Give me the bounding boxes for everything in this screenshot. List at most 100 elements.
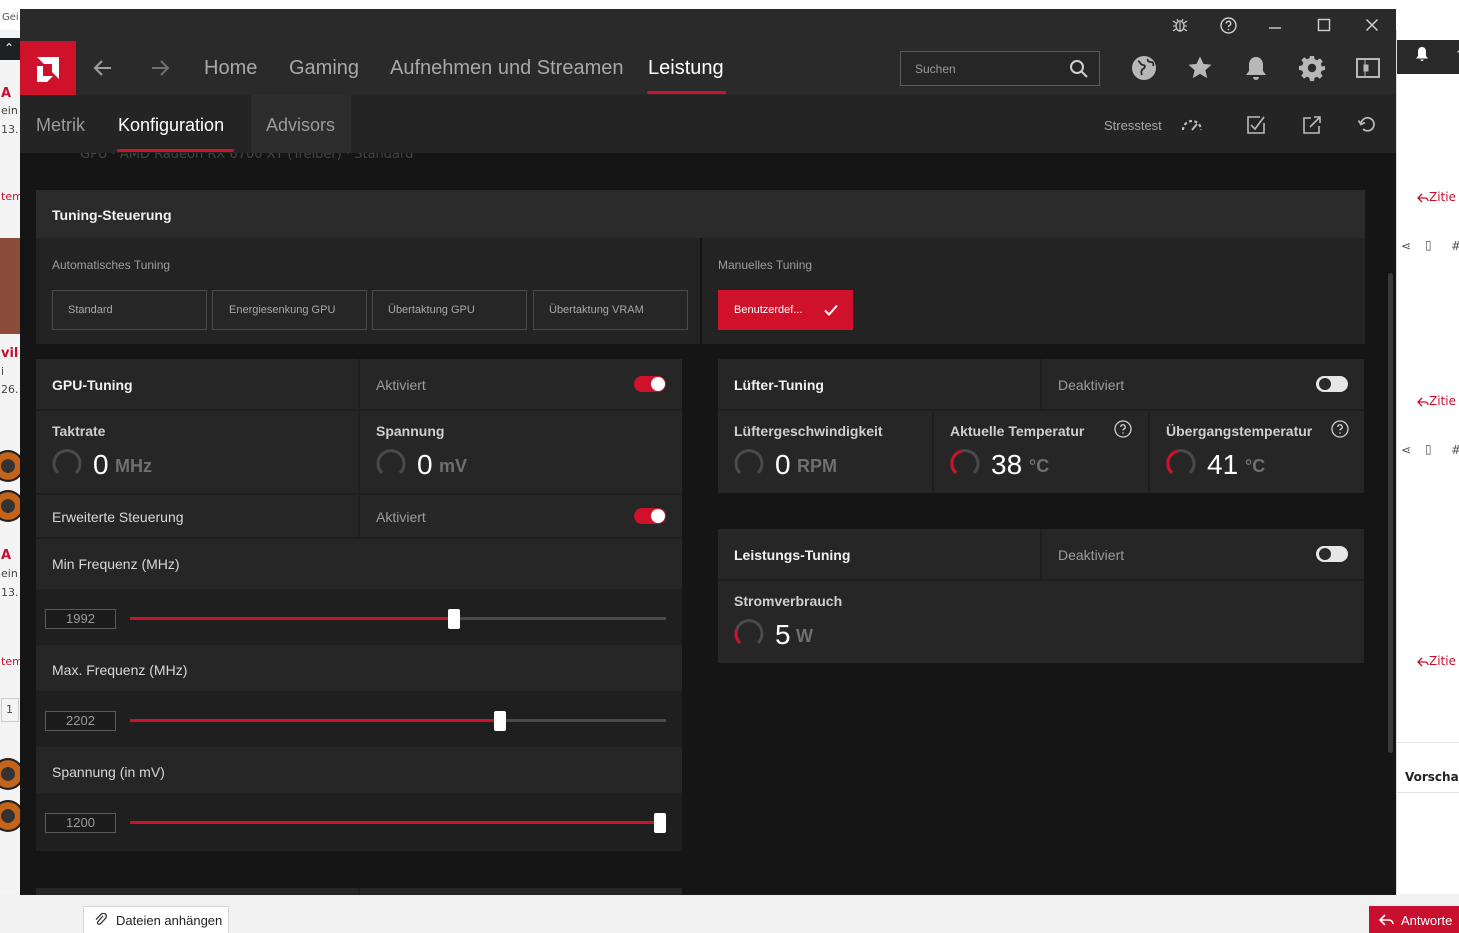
preview-tab[interactable]: Vorschau	[1405, 770, 1459, 784]
voltage-label: Spannung	[376, 423, 445, 439]
advanced-control-status: Aktiviert	[376, 509, 426, 525]
preset-standard-label: Standard	[68, 304, 113, 316]
gpu-tuning-title: GPU-Tuning	[52, 377, 133, 393]
checkmark-icon	[822, 301, 840, 319]
stress-test-label[interactable]: Stresstest	[1104, 118, 1162, 133]
custom-tuning-button[interactable]: Benutzerdef...	[718, 290, 853, 330]
settings-gear-icon[interactable]	[1298, 54, 1326, 82]
bg-fragment: ein	[1, 104, 18, 117]
bg-fragment: i	[1, 365, 5, 378]
quote-link-label: Zitie	[1429, 394, 1456, 408]
forward-arrow-icon[interactable]	[148, 56, 172, 80]
power-tuning-title: Leistungs-Tuning	[734, 547, 851, 563]
manual-tuning-label: Manuelles Tuning	[718, 258, 813, 272]
bg-fragment: A	[1, 86, 12, 101]
help-circle-icon[interactable]	[1114, 420, 1132, 438]
back-arrow-icon[interactable]	[91, 56, 115, 80]
maximize-icon[interactable]	[1313, 14, 1335, 36]
bg-avatar	[0, 800, 20, 832]
preset-overclock-gpu-label: Übertaktung GPU	[388, 304, 475, 316]
fan-tuning-toggle[interactable]	[1316, 376, 1348, 392]
tab-advisors[interactable]: Advisors	[266, 115, 335, 136]
caret-icon: ⌃	[1455, 48, 1459, 61]
bg-avatar	[0, 758, 20, 790]
amd-software-window: Home Gaming Aufnehmen und Streamen Leist…	[20, 9, 1396, 895]
bell-icon[interactable]	[1415, 46, 1429, 66]
amd-logo[interactable]	[20, 41, 76, 95]
fan-tuning-panel: Lüfter-Tuning Deaktiviert Lüftergeschwin…	[718, 359, 1364, 493]
minimize-icon[interactable]	[1264, 14, 1286, 36]
stress-test-gauge-icon[interactable]	[1180, 115, 1203, 137]
bug-icon[interactable]	[1169, 14, 1191, 36]
active-tab-indicator	[117, 149, 234, 152]
clock-value: 0	[93, 449, 109, 480]
voltage-value: 0	[417, 449, 433, 480]
max-frequency-input[interactable]: 2202	[45, 711, 116, 731]
power-consumption-value: 5	[775, 619, 791, 650]
close-icon[interactable]	[1361, 14, 1383, 36]
power-tuning-panel: Leistungs-Tuning Deaktiviert Stromverbra…	[718, 529, 1364, 663]
search-icon[interactable]	[1069, 59, 1089, 79]
search-input[interactable]	[901, 52, 1061, 85]
divider	[1397, 742, 1459, 743]
browser-top-text: Gei	[2, 12, 19, 23]
bg-fragment: vil	[1, 346, 19, 361]
power-consumption-label: Stromverbrauch	[734, 593, 843, 609]
star-icon[interactable]	[1186, 54, 1214, 82]
content-scrollbar[interactable]	[1388, 273, 1393, 753]
slider-fill	[130, 719, 500, 722]
quote-link-label: Zitie	[1429, 654, 1456, 668]
nav-record-stream[interactable]: Aufnehmen und Streamen	[390, 57, 624, 80]
divider	[700, 238, 702, 344]
browser-left-icon: ⌃	[4, 41, 15, 55]
save-profile-icon[interactable]	[1246, 115, 1268, 137]
preset-undervolt-button[interactable]: Energiesenkung GPU	[212, 290, 367, 330]
preset-overclock-gpu-button[interactable]: Übertaktung GPU	[372, 290, 527, 330]
nav-home[interactable]: Home	[204, 57, 257, 80]
bg-pager[interactable]: 1	[1, 698, 19, 722]
reply-button[interactable]: Antworte	[1369, 906, 1459, 933]
bookmark-icon[interactable]: ▯	[1425, 442, 1432, 456]
search-box[interactable]	[900, 51, 1100, 86]
junction-temp-label: Übergangstemperatur	[1166, 423, 1313, 439]
bookmark-icon[interactable]: ▯	[1425, 238, 1432, 252]
tab-configuration[interactable]: Konfiguration	[118, 115, 224, 136]
notification-bell-icon[interactable]	[1242, 54, 1270, 82]
nav-gaming[interactable]: Gaming	[289, 57, 359, 80]
preset-standard-button[interactable]: Standard	[52, 290, 207, 330]
gpu-tuning-panel: GPU-Tuning Aktiviert Taktrate 0 MHz Span…	[36, 359, 682, 851]
export-icon[interactable]	[1302, 115, 1324, 137]
tab-metrics[interactable]: Metrik	[36, 115, 85, 136]
slider-thumb[interactable]	[654, 813, 666, 833]
voltage-limit-input[interactable]: 1200	[45, 813, 116, 833]
custom-tuning-label: Benutzerdef...	[734, 304, 803, 316]
quote-link[interactable]: Zitie	[1417, 654, 1456, 668]
preset-overclock-vram-button[interactable]: Übertaktung VRAM	[533, 290, 688, 330]
reset-icon[interactable]	[1357, 115, 1379, 137]
power-tuning-toggle[interactable]	[1316, 546, 1348, 562]
quote-link[interactable]: Zitie	[1417, 394, 1456, 408]
browser-left-toolbar: ⌃	[0, 38, 20, 60]
attach-files-button[interactable]: Dateien anhängen	[83, 906, 229, 933]
nav-performance[interactable]: Leistung	[648, 57, 724, 80]
attach-files-label: Dateien anhängen	[116, 912, 223, 928]
sidebar-panel-icon[interactable]	[1354, 54, 1382, 82]
junction-temp-gauge-icon	[1166, 449, 1196, 475]
fan-tuning-status: Deaktiviert	[1058, 377, 1125, 393]
help-circle-icon[interactable]	[1331, 420, 1349, 438]
next-panel-cell	[360, 888, 682, 895]
slider-thumb[interactable]	[494, 711, 506, 731]
title-bar	[20, 9, 1396, 41]
configuration-content: GPU · AMD Radeon RX 6700 XT (Treiber) · …	[20, 153, 1396, 895]
gpu-tuning-toggle[interactable]	[634, 376, 666, 392]
bg-fragment: 26.	[1, 383, 19, 396]
globe-icon[interactable]	[1130, 54, 1158, 82]
min-frequency-input[interactable]: 1992	[45, 609, 116, 629]
advanced-control-toggle[interactable]	[634, 508, 666, 524]
share-icon[interactable]: ⋖	[1401, 239, 1411, 253]
help-icon[interactable]	[1217, 14, 1239, 36]
quote-link[interactable]: Zitie	[1417, 190, 1456, 204]
slider-thumb[interactable]	[448, 609, 460, 629]
gpu-tuning-status: Aktiviert	[376, 377, 426, 393]
share-icon[interactable]: ⋖	[1401, 443, 1411, 457]
